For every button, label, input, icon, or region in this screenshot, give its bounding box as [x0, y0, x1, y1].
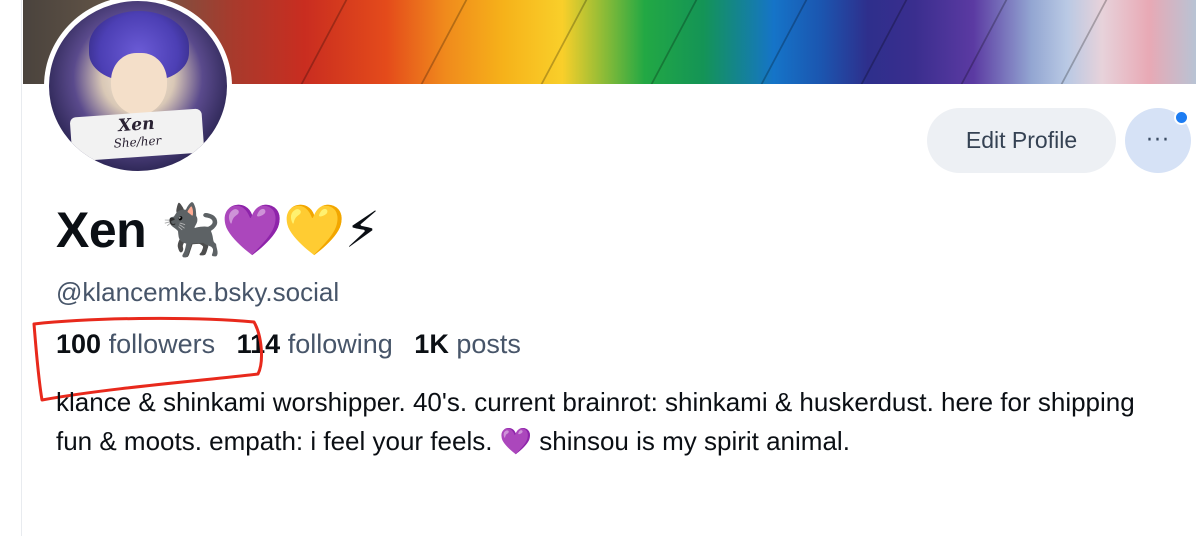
avatar[interactable]: Xen She/her	[44, 0, 232, 176]
followers-count: 100	[56, 329, 102, 359]
posts-count-group: 1K posts	[414, 327, 521, 361]
edit-profile-button[interactable]: Edit Profile	[927, 108, 1116, 173]
followers-link[interactable]: 100 followers	[56, 327, 215, 361]
profile-bio: klance & shinkami worshipper. 40's. curr…	[56, 387, 1135, 456]
following-count: 114	[236, 329, 281, 359]
ellipsis-icon: ···	[1146, 128, 1170, 153]
avatar-image: Xen She/her	[49, 1, 227, 171]
following-label: following	[287, 329, 393, 359]
avatar-face	[111, 53, 167, 115]
display-name: Xen 🐈‍⬛💜💛⚡	[56, 202, 380, 258]
profile-handle[interactable]: @klancemke.bsky.social	[56, 276, 339, 308]
followers-label: followers	[108, 329, 216, 359]
following-link[interactable]: 114 following	[237, 327, 393, 361]
avatar-nameplate: Xen She/her	[69, 108, 205, 162]
posts-label: posts	[456, 329, 521, 359]
posts-count: 1K	[414, 329, 449, 359]
notification-dot	[1174, 110, 1189, 125]
profile-stats: 100 followers 114 following 1K posts	[56, 327, 535, 361]
left-border	[0, 0, 22, 536]
